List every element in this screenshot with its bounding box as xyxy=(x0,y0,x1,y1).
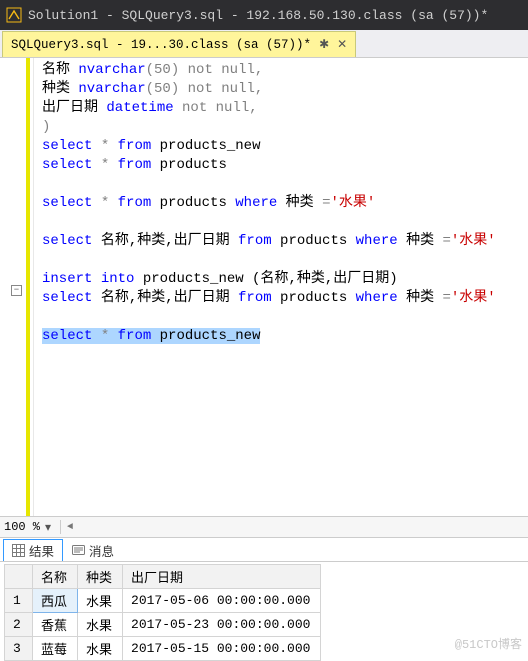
tab-label: SQLQuery3.sql - 19...30.class (sa (57))* xyxy=(11,38,311,52)
table-row[interactable]: 3 蓝莓 水果 2017-05-15 00:00:00.000 xyxy=(5,637,321,661)
tab-results-label: 结果 xyxy=(29,541,54,560)
cell-date[interactable]: 2017-05-23 00:00:00.000 xyxy=(123,613,321,637)
separator xyxy=(60,520,61,534)
scroll-left-icon[interactable]: ◄ xyxy=(67,522,73,533)
table-row[interactable]: 1 西瓜 水果 2017-05-06 00:00:00.000 xyxy=(5,589,321,613)
collapse-toggle-icon[interactable]: − xyxy=(11,285,22,296)
tab-messages-label: 消息 xyxy=(89,541,114,560)
window-title-bar: Solution1 - SQLQuery3.sql - 192.168.50.1… xyxy=(0,0,528,30)
table-row[interactable]: 2 香蕉 水果 2017-05-23 00:00:00.000 xyxy=(5,613,321,637)
zoom-dropdown-icon[interactable]: ▾ xyxy=(42,520,54,535)
watermark: @51CTO博客 xyxy=(455,635,522,652)
cell-date[interactable]: 2017-05-06 00:00:00.000 xyxy=(123,589,321,613)
sql-editor[interactable]: − 名称 nvarchar(50) not null, 种类 nvarchar(… xyxy=(0,58,528,516)
grid-header-kind[interactable]: 种类 xyxy=(78,565,123,589)
cell-name[interactable]: 香蕉 xyxy=(33,613,78,637)
cell-name[interactable]: 西瓜 xyxy=(33,589,78,613)
grid-header-name[interactable]: 名称 xyxy=(33,565,78,589)
row-number: 3 xyxy=(5,637,33,661)
code-area[interactable]: 名称 nvarchar(50) not null, 种类 nvarchar(50… xyxy=(34,58,528,516)
tab-messages[interactable]: 消息 xyxy=(63,539,123,561)
cell-kind[interactable]: 水果 xyxy=(78,589,123,613)
cell-name[interactable]: 蓝莓 xyxy=(33,637,78,661)
cell-kind[interactable]: 水果 xyxy=(78,613,123,637)
tab-pin-icon[interactable]: ✱ xyxy=(319,39,329,51)
cell-date[interactable]: 2017-05-15 00:00:00.000 xyxy=(123,637,321,661)
grid-header-rownum[interactable] xyxy=(5,565,33,589)
row-number: 1 xyxy=(5,589,33,613)
editor-zoom-bar: 100 % ▾ ◄ xyxy=(0,516,528,538)
tab-close-icon[interactable]: ✕ xyxy=(337,39,347,51)
results-grid[interactable]: 名称 种类 出厂日期 1 西瓜 水果 2017-05-06 00:00:00.0… xyxy=(4,564,321,661)
window-title: Solution1 - SQLQuery3.sql - 192.168.50.1… xyxy=(28,8,488,23)
zoom-level[interactable]: 100 % xyxy=(4,520,40,534)
editor-gutter: − xyxy=(0,58,34,516)
grid-header-row: 名称 种类 出厂日期 xyxy=(5,565,321,589)
grid-header-date[interactable]: 出厂日期 xyxy=(123,565,321,589)
tab-sqlquery3[interactable]: SQLQuery3.sql - 19...30.class (sa (57))*… xyxy=(2,31,356,57)
row-number: 2 xyxy=(5,613,33,637)
message-icon xyxy=(72,544,85,557)
results-panel: 名称 种类 出厂日期 1 西瓜 水果 2017-05-06 00:00:00.0… xyxy=(0,562,528,658)
grid-icon xyxy=(12,544,25,557)
cell-kind[interactable]: 水果 xyxy=(78,637,123,661)
tab-results[interactable]: 结果 xyxy=(3,539,63,561)
app-icon xyxy=(6,7,22,23)
change-indicator xyxy=(26,58,30,516)
document-tab-strip: SQLQuery3.sql - 19...30.class (sa (57))*… xyxy=(0,30,528,58)
results-tab-strip: 结果 消息 xyxy=(0,538,528,562)
